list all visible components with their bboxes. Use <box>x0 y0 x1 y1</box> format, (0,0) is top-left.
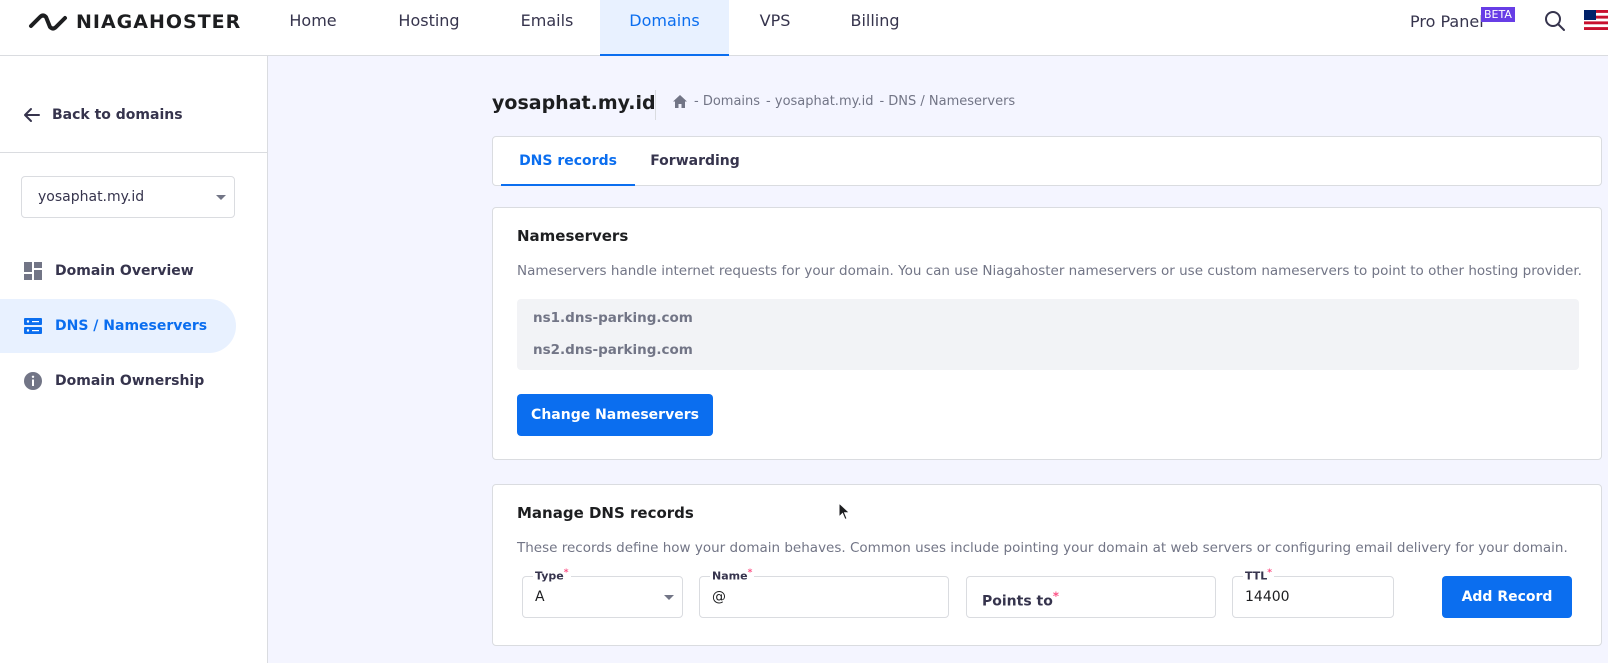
home-icon[interactable] <box>672 94 688 109</box>
breadcrumb: - Domains - yosaphat.my.id - DNS / Names… <box>672 94 1015 109</box>
ttl-input[interactable]: TTL* 14400 <box>1232 567 1394 618</box>
ttl-input-value: 14400 <box>1245 589 1290 605</box>
server-icon <box>24 318 42 334</box>
sidebar-item-label: DNS / Nameservers <box>55 318 208 334</box>
nav-vps[interactable]: VPS <box>757 0 793 56</box>
pro-panel-link[interactable]: Pro Panel <box>1410 12 1484 31</box>
nameservers-description: Nameservers handle internet requests for… <box>517 263 1582 279</box>
name-input[interactable]: Name* @ <box>699 567 949 618</box>
nav-home[interactable]: Home <box>286 0 340 56</box>
add-record-button[interactable]: Add Record <box>1442 576 1572 618</box>
back-label: Back to domains <box>52 107 183 123</box>
sidebar-item-label: Domain Overview <box>55 263 194 279</box>
dashboard-icon <box>24 262 42 280</box>
change-nameservers-button[interactable]: Change Nameservers <box>517 394 713 436</box>
name-input-value: @ <box>712 589 726 605</box>
us-flag-icon[interactable] <box>1584 10 1608 30</box>
sidebar-divider <box>0 152 268 153</box>
nameservers-title: Nameservers <box>517 227 629 245</box>
arrow-left-icon <box>24 108 40 122</box>
sidebar-item-domain-ownership[interactable]: Domain Ownership <box>0 354 236 408</box>
tabs-bar: DNS records Forwarding <box>492 136 1602 186</box>
mouse-cursor-icon <box>838 502 851 521</box>
dns-records-description: These records define how your domain beh… <box>517 540 1568 556</box>
domain-selector[interactable]: yosaphat.my.id <box>21 176 235 218</box>
back-to-domains-link[interactable]: Back to domains <box>22 105 183 125</box>
points-to-placeholder: Points to* <box>982 589 1059 610</box>
beta-badge: BETA <box>1481 7 1515 22</box>
tab-forwarding[interactable]: Forwarding <box>643 137 747 186</box>
name-label: Name* <box>710 567 755 583</box>
sidebar-item-label: Domain Ownership <box>55 373 205 389</box>
nameservers-card: Nameservers Nameservers handle internet … <box>492 207 1602 460</box>
caret-down-icon <box>216 195 226 200</box>
nameserver-2: ns2.dns-parking.com <box>533 342 693 358</box>
breadcrumb-domain[interactable]: - yosaphat.my.id <box>766 94 873 109</box>
type-label: Type* <box>533 567 571 583</box>
top-navigation: NIAGAHOSTER Home Hosting Emails Domains … <box>0 0 1608 56</box>
type-select[interactable]: Type* A <box>522 567 683 618</box>
nav-hosting[interactable]: Hosting <box>396 0 462 56</box>
breadcrumb-current: - DNS / Nameservers <box>879 94 1016 109</box>
dns-records-title: Manage DNS records <box>517 504 694 522</box>
nameserver-list: ns1.dns-parking.com ns2.dns-parking.com <box>517 299 1579 370</box>
info-icon <box>24 372 42 390</box>
ttl-label: TTL* <box>1243 567 1275 583</box>
page-title: yosaphat.my.id <box>492 92 656 114</box>
brand-name: NIAGAHOSTER <box>76 11 242 33</box>
points-to-input[interactable]: Points to* <box>966 576 1216 618</box>
nav-domains[interactable]: Domains <box>600 0 729 56</box>
domain-selector-value: yosaphat.my.id <box>38 189 145 205</box>
sidebar-item-domain-overview[interactable]: Domain Overview <box>0 244 236 298</box>
caret-down-icon <box>664 595 674 600</box>
infinity-logo-icon <box>29 13 67 31</box>
nav-billing[interactable]: Billing <box>849 0 901 56</box>
brand-logo[interactable]: NIAGAHOSTER <box>28 11 241 33</box>
sidebar: Back to domains yosaphat.my.id Domain Ov… <box>0 56 268 663</box>
dns-records-card: Manage DNS records These records define … <box>492 484 1602 646</box>
sidebar-item-dns-nameservers[interactable]: DNS / Nameservers <box>0 299 236 353</box>
nav-emails[interactable]: Emails <box>517 0 577 56</box>
search-icon[interactable] <box>1543 9 1567 33</box>
nameserver-1: ns1.dns-parking.com <box>533 310 693 326</box>
tab-dns-records[interactable]: DNS records <box>501 137 635 186</box>
type-select-value: A <box>535 589 545 605</box>
breadcrumb-domains[interactable]: - Domains <box>694 94 760 109</box>
title-divider <box>655 90 656 120</box>
